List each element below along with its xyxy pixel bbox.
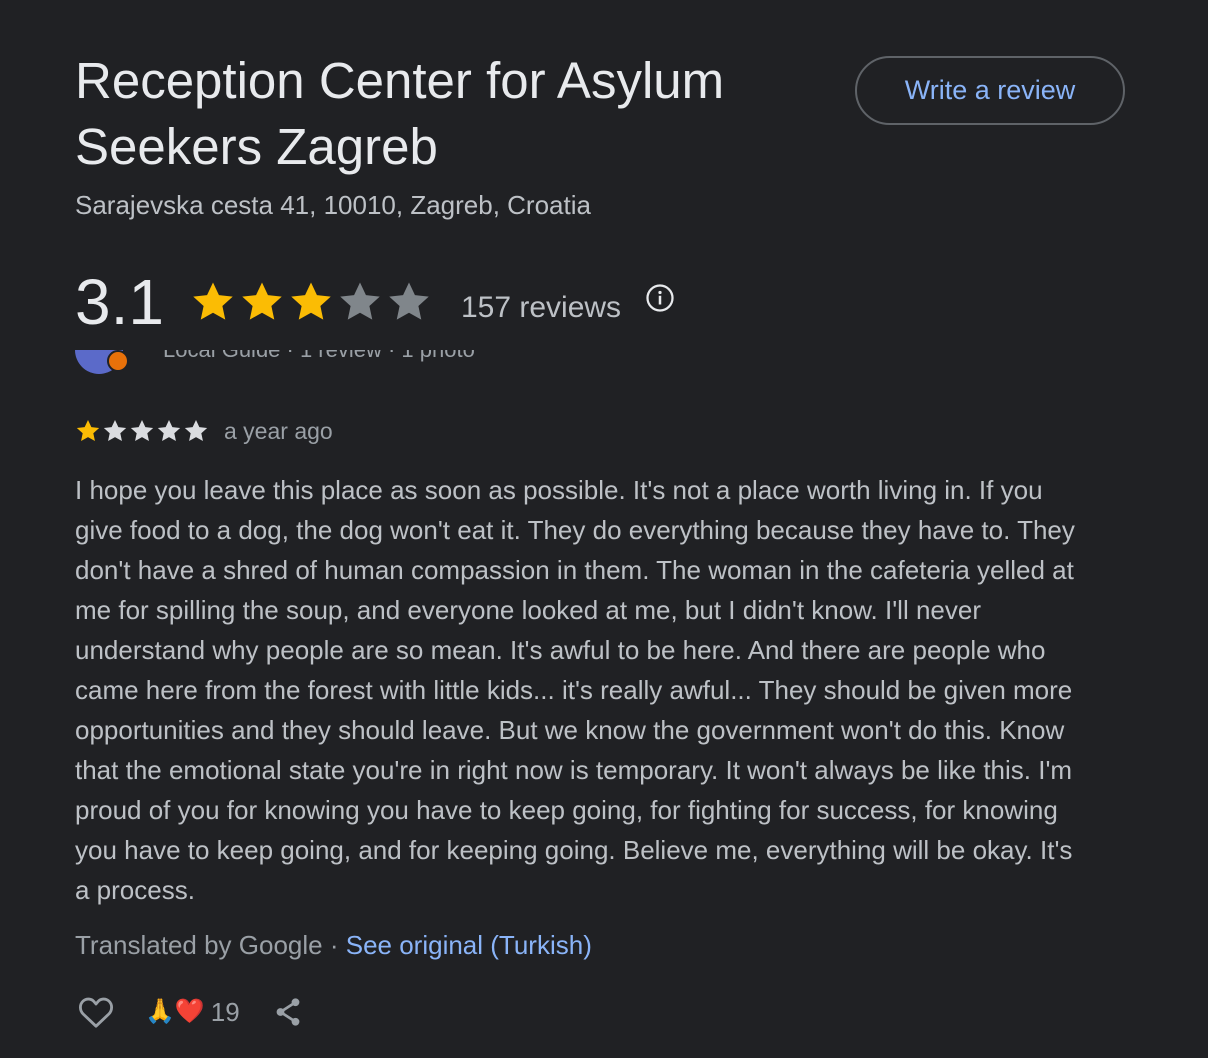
heart-outline-icon [79,997,113,1028]
star-empty-icon [389,282,429,320]
translated-by-label: Translated by Google [75,930,323,960]
reactions-button[interactable]: 🙏❤️ 19 [145,997,240,1028]
review-stars [75,418,210,444]
author-meta: Local Guide · 1 review · 1 photo [163,350,475,363]
star-filled-icon [291,282,331,320]
rating-summary: 3.1 157 reviews [75,262,675,342]
rating-value: 3.1 [75,266,164,338]
review-author-header: Local Guide · 1 review · 1 photo [75,350,675,386]
write-review-button[interactable]: Write a review [855,56,1125,125]
review-actions: 🙏❤️ 19 [75,990,306,1034]
star-empty-icon [157,419,181,441]
place-title: Reception Center for Asylum Seekers Zagr… [75,52,725,175]
share-icon [276,998,300,1026]
review-text: I hope you leave this place as soon as p… [75,475,1075,905]
share-button[interactable] [270,993,306,1031]
info-icon[interactable] [645,283,675,313]
star-filled-icon [76,419,100,441]
reviews-panel: Reception Center for Asylum Seekers Zagr… [0,0,1208,1058]
rating-stars [190,279,435,325]
review-count[interactable]: 157 reviews [461,291,621,325]
star-filled-icon [242,282,282,320]
star-empty-icon [103,419,127,441]
local-guide-badge-icon [107,350,129,372]
review-rating-row: a year ago [75,414,333,448]
separator-dot: · [322,930,346,960]
like-button[interactable] [75,992,117,1032]
avatar[interactable] [75,350,129,374]
place-address: Sarajevska cesta 41, 10010, Zagreb, Croa… [75,190,591,220]
star-filled-icon [193,282,233,320]
reaction-count: 19 [210,996,240,1027]
star-empty-icon [184,419,208,441]
translation-note: Translated by Google · See original (Tur… [75,927,592,963]
reaction-emojis: 🙏❤️ [145,998,205,1025]
review-date: a year ago [224,417,333,444]
star-empty-icon [340,282,380,320]
see-original-link[interactable]: See original (Turkish) [346,930,592,960]
star-empty-icon [130,419,154,441]
